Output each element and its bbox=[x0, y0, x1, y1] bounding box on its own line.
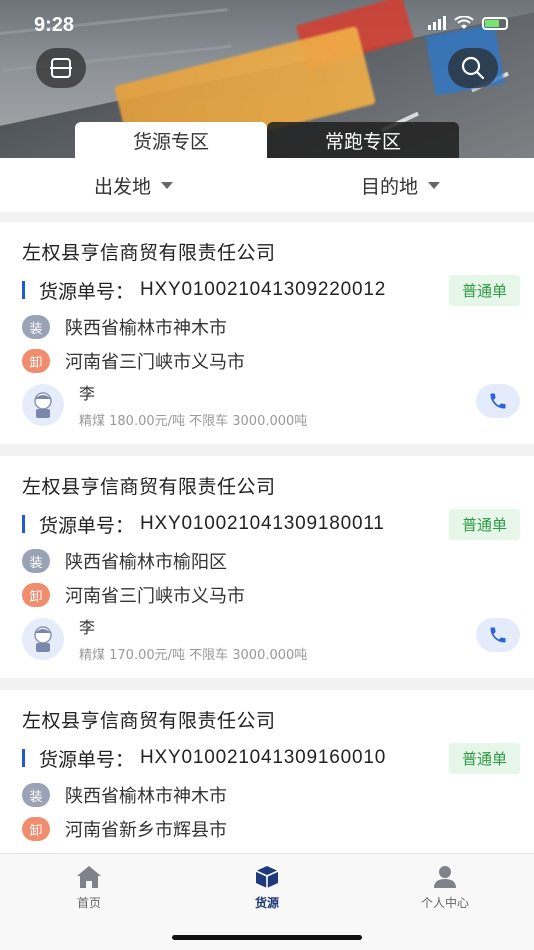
load-tag: 装 bbox=[22, 549, 50, 573]
nav-profile-label: 个人中心 bbox=[420, 896, 469, 910]
home-indicator bbox=[172, 935, 362, 940]
unload-address: 河南省三门峡市义马市 bbox=[65, 586, 245, 607]
filter-bar: 出发地 目的地 bbox=[0, 158, 534, 212]
origin-filter[interactable]: 出发地 bbox=[0, 158, 267, 212]
order-row: 货源单号： HXY010021041309160010 普通单 bbox=[22, 742, 520, 774]
unload-tag: 卸 bbox=[22, 583, 50, 607]
avatar bbox=[22, 383, 64, 426]
order-row: 货源单号： HXY010021041309180011 普通单 bbox=[22, 508, 520, 540]
load-address: 陕西省榆林市榆阳区 bbox=[65, 552, 227, 573]
unload-address-row: 卸 河南省三门峡市义马市 bbox=[22, 348, 245, 374]
company-name: 左权县亨信商贸有限责任公司 bbox=[22, 242, 276, 264]
company-name: 左权县亨信商贸有限责任公司 bbox=[22, 476, 276, 498]
cube-icon bbox=[255, 866, 279, 888]
cargo-card[interactable]: 左权县亨信商贸有限责任公司 货源单号： HXY01002104130922001… bbox=[0, 222, 534, 444]
avatar-icon bbox=[34, 391, 52, 418]
cargo-card[interactable]: 左权县亨信商贸有限责任公司 货源单号： HXY01002104130918001… bbox=[0, 456, 534, 678]
load-tag: 装 bbox=[22, 783, 50, 807]
search-button[interactable] bbox=[448, 48, 498, 88]
nav-cargo-label: 货源 bbox=[254, 896, 279, 910]
cargo-detail: 精煤 180.00元/吨 不限车 3000.000吨 bbox=[79, 414, 308, 429]
tab-cargo-zone[interactable]: 货源专区 bbox=[75, 122, 267, 158]
status-time: 9:28 bbox=[34, 14, 75, 36]
order-accent-bar bbox=[22, 515, 25, 533]
signal-icon bbox=[428, 16, 446, 30]
unload-address-row: 卸 河南省新乡市辉县市 bbox=[22, 816, 227, 842]
shipper-name: 李 bbox=[79, 384, 96, 403]
company-name: 左权县亨信商贸有限责任公司 bbox=[22, 710, 276, 732]
origin-filter-label: 出发地 bbox=[93, 175, 151, 198]
order-type-badge: 普通单 bbox=[448, 274, 520, 306]
load-address-row: 装 陕西省榆林市神木市 bbox=[22, 314, 227, 340]
order-number: HXY010021041309180011 bbox=[140, 513, 385, 534]
load-address: 陕西省榆林市神木市 bbox=[65, 318, 227, 339]
cargo-detail: 精煤 170.00元/吨 不限车 3000.000吨 bbox=[79, 648, 308, 663]
wifi-icon bbox=[454, 16, 474, 29]
order-row: 货源单号： HXY010021041309220012 普通单 bbox=[22, 274, 520, 306]
user-icon bbox=[434, 866, 456, 888]
destination-filter-label: 目的地 bbox=[360, 175, 418, 198]
call-button[interactable] bbox=[476, 618, 520, 652]
nav-home[interactable]: 首页 bbox=[0, 854, 178, 950]
unload-address: 河南省新乡市辉县市 bbox=[65, 820, 227, 841]
order-number: HXY010021041309220012 bbox=[140, 279, 387, 300]
unload-address: 河南省三门峡市义马市 bbox=[65, 352, 245, 373]
scan-icon bbox=[50, 58, 72, 78]
unload-tag: 卸 bbox=[22, 349, 50, 373]
home-icon bbox=[77, 866, 101, 888]
battery-icon bbox=[482, 16, 508, 30]
phone-icon bbox=[490, 627, 506, 643]
shipper-info: 李 精煤 170.00元/吨 不限车 3000.000吨 bbox=[22, 614, 307, 663]
phone-icon bbox=[490, 393, 506, 409]
caret-down-icon bbox=[161, 181, 173, 189]
order-label: 货源单号： bbox=[39, 514, 135, 537]
zone-tabs: 货源专区 常跑专区 bbox=[75, 122, 459, 158]
load-address: 陕西省榆林市神木市 bbox=[65, 786, 227, 807]
order-label: 货源单号： bbox=[39, 280, 135, 303]
status-icons bbox=[428, 16, 508, 30]
call-button[interactable] bbox=[476, 384, 520, 418]
load-address-row: 装 陕西省榆林市榆阳区 bbox=[22, 548, 227, 574]
status-bar: 9:28 bbox=[0, 0, 534, 54]
shipper-info: 李 精煤 180.00元/吨 不限车 3000.000吨 bbox=[22, 380, 307, 429]
destination-filter[interactable]: 目的地 bbox=[267, 158, 534, 212]
scan-button[interactable] bbox=[36, 48, 86, 88]
shipper-name: 李 bbox=[79, 618, 96, 637]
tab-regular-route-zone[interactable]: 常跑专区 bbox=[267, 122, 459, 158]
unload-tag: 卸 bbox=[22, 817, 50, 841]
order-type-badge: 普通单 bbox=[448, 508, 520, 540]
nav-home-label: 首页 bbox=[76, 896, 101, 910]
search-icon bbox=[461, 56, 485, 80]
avatar bbox=[22, 617, 64, 660]
order-accent-bar bbox=[22, 281, 25, 299]
unload-address-row: 卸 河南省三门峡市义马市 bbox=[22, 582, 245, 608]
order-type-badge: 普通单 bbox=[448, 742, 520, 774]
order-number: HXY010021041309160010 bbox=[140, 747, 387, 768]
caret-down-icon bbox=[428, 181, 440, 189]
nav-profile[interactable]: 个人中心 bbox=[356, 854, 534, 950]
order-label: 货源单号： bbox=[39, 748, 135, 771]
avatar-icon bbox=[34, 625, 52, 652]
order-accent-bar bbox=[22, 749, 25, 767]
cargo-card[interactable]: 左权县亨信商贸有限责任公司 货源单号： HXY01002104130916001… bbox=[0, 690, 534, 860]
load-address-row: 装 陕西省榆林市神木市 bbox=[22, 782, 227, 808]
load-tag: 装 bbox=[22, 315, 50, 339]
